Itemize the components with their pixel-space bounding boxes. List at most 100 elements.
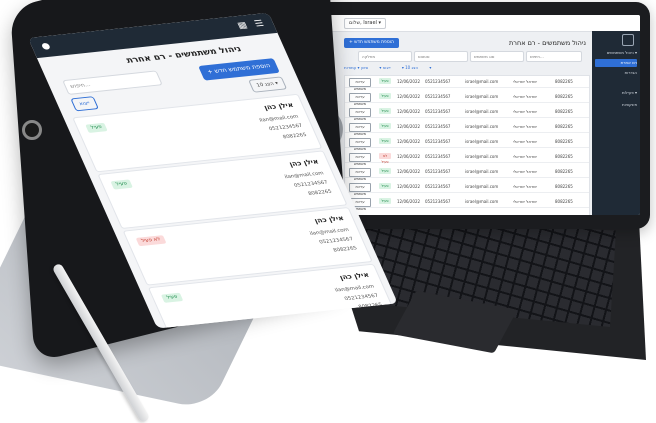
cell-name: ישראל ישראלי — [513, 183, 553, 190]
cell-id: 8082265 — [555, 198, 587, 205]
table-toolbar: הצג 10 ▾ ייצוא ▾ סינון ▾ עמודות ▾ — [344, 65, 584, 73]
cell-name: ישראל ישראלי — [513, 168, 553, 175]
cell-email: israel@mail.com — [465, 123, 509, 130]
cell-phone: 0521234567 — [425, 123, 461, 130]
table-row[interactable]: 8082265ישראל ישראלי israel@mail.com 052123… — [345, 121, 589, 133]
user-name: אילן כהן — [288, 158, 320, 168]
cell-date: 12/06/2022 — [397, 93, 423, 100]
user-name: אילן כהן — [313, 214, 345, 224]
edit-user-button[interactable]: עריכת משתמש — [349, 168, 371, 177]
cell-name: ישראל ישראלי — [513, 198, 553, 205]
edit-user-button[interactable]: עריכת משתמש — [349, 123, 371, 132]
sidebar-item-settings[interactable]: הגדרות — [595, 69, 637, 77]
user-icon[interactable]: ● — [39, 42, 54, 52]
users-table: 8082265ישראל ישראליisrael@mail.com052123… — [344, 75, 590, 215]
user-email: ilan@mail.com — [284, 171, 325, 181]
user-id: 8082265 — [307, 189, 333, 197]
edit-user-button[interactable]: עריכת משתמש — [349, 93, 371, 102]
edit-user-button[interactable]: עריכת משתמש — [349, 78, 371, 87]
status-badge: פעיל — [379, 198, 391, 204]
sidebar-item-activity[interactable]: פעילות ▾ — [595, 89, 637, 97]
cell-name: ישראל ישראלי — [513, 78, 553, 85]
edit-user-button[interactable]: עריכת משתמש — [349, 108, 371, 117]
status-badge: פעיל — [379, 168, 391, 174]
status-badge: פעיל — [85, 123, 108, 133]
cell-id: 8082265 — [555, 168, 587, 175]
cell-id: 8082265 — [555, 138, 587, 145]
cell-phone: 0521234567 — [425, 153, 461, 160]
user-phone: 0521234567 — [293, 180, 329, 189]
cell-id: 8082265 — [555, 123, 587, 130]
show-count-select[interactable]: הצג 10 ▾ — [248, 76, 288, 92]
cell-name: ישראל ישראלי — [513, 93, 553, 100]
user-name: אילן כהן — [338, 271, 370, 281]
status-badge: פעיל — [110, 179, 133, 189]
cell-name: ישראל ישראלי — [513, 123, 553, 130]
status-badge: פעיל — [379, 123, 391, 129]
cell-id: 8082265 — [555, 93, 587, 100]
status-badge: פעיל — [161, 293, 184, 303]
user-menu-button[interactable]: שלום, Israel ▾ — [344, 18, 386, 29]
cell-phone: 0521234567 — [425, 93, 461, 100]
user-email: ilan@mail.com — [258, 114, 299, 124]
search-input[interactable]: חיפוש... — [526, 51, 582, 62]
cell-phone: 0521234567 — [425, 168, 461, 175]
sidebar-item-functions[interactable]: פונקציות — [595, 101, 637, 109]
table-row[interactable]: 8082265ישראל ישראליisrael@mail.com052123… — [345, 196, 589, 208]
edit-user-button[interactable]: עריכת משתמש — [349, 138, 371, 147]
add-user-button[interactable]: + הוספת משתמש חדש — [344, 38, 399, 48]
cell-date: 12/06/2022 — [397, 108, 423, 115]
status-badge: פעיל — [379, 93, 391, 99]
camera-icon — [22, 120, 42, 140]
export-button[interactable]: ייצוא — [70, 96, 99, 111]
table-row[interactable]: 8082265ישראל ישראלי israel@mail.com 052123… — [345, 91, 589, 103]
user-email: ilan@mail.com — [334, 284, 375, 294]
user-id: 8082265 — [332, 245, 358, 253]
cell-date: 12/06/2022 — [397, 198, 423, 205]
cell-id: 8082265 — [555, 183, 587, 190]
filter-user-type[interactable]: סוג משתמש — [470, 51, 524, 62]
toolbar-export[interactable]: ייצוא ▾ — [379, 65, 390, 70]
cell-email: israel@mail.com — [465, 153, 509, 160]
menu-icon[interactable]: ☰ — [252, 19, 267, 29]
laptop-sidebar: ניהול משתמשים ▾ רם אחרת הגדרות פעילות ▾ … — [592, 31, 640, 215]
edit-user-button[interactable]: עריכת משתמש — [349, 153, 371, 162]
table-row[interactable]: 8082265ישראל ישראליisrael@mail.com052123… — [345, 76, 589, 88]
status-badge: פעיל — [379, 138, 391, 144]
filter-department[interactable]: מחלקה — [358, 51, 412, 62]
edit-user-button[interactable]: עריכת משתמש — [349, 183, 371, 192]
logo-icon — [622, 34, 634, 46]
cell-email: israel@mail.com — [465, 183, 509, 190]
cell-phone: 0521234567 — [425, 138, 461, 145]
filter-status[interactable]: סטטוס — [414, 51, 468, 62]
status-badge: פעיל — [379, 78, 391, 84]
cell-name: ישראל ישראלי — [513, 138, 553, 145]
cell-id: 8082265 — [555, 153, 587, 160]
toolbar-show[interactable]: הצג 10 ▾ — [402, 65, 418, 70]
cell-email: israel@mail.com — [465, 108, 509, 115]
toolbar-filter[interactable]: סינון ▾ — [358, 65, 369, 70]
status-badge: פעיל — [379, 183, 391, 189]
table-row[interactable]: 8082265ישראל ישראלי israel@mail.com 052123… — [345, 166, 589, 178]
table-row[interactable]: 8082265ישראל ישראליisrael@mail.com052123… — [345, 136, 589, 148]
cell-date: 12/06/2022 — [397, 138, 423, 145]
cell-email: israel@mail.com — [465, 168, 509, 175]
user-phone: 0521234567 — [344, 293, 380, 302]
cell-id: 8082265 — [555, 108, 587, 115]
cell-date: 12/06/2022 — [397, 153, 423, 160]
cell-date: 12/06/2022 — [397, 183, 423, 190]
table-row[interactable]: 8082265ישראל ישראליisrael@mail.com052123… — [345, 181, 589, 193]
cell-email: israel@mail.com — [465, 93, 509, 100]
cell-email: israel@mail.com — [465, 198, 509, 205]
user-phone: 0521234567 — [268, 123, 304, 132]
table-row[interactable]: 8082265ישראל ישראליisrael@mail.com052123… — [345, 151, 589, 163]
cell-name: ישראל ישראלי — [513, 108, 553, 115]
table-row[interactable]: 8082265ישראל ישראליisrael@mail.com052123… — [345, 106, 589, 118]
page-title: ניהול משתמשים - רם אחרת — [509, 39, 586, 47]
sidebar-item-users[interactable]: ניהול משתמשים ▾ — [595, 49, 637, 57]
status-badge: פעיל — [379, 108, 391, 114]
search-input[interactable]: חיפוש... — [62, 70, 163, 95]
cell-date: 12/06/2022 — [397, 168, 423, 175]
sidebar-item-active[interactable]: רם אחרת — [595, 59, 637, 67]
status-badge: לא פעיל — [136, 235, 167, 246]
